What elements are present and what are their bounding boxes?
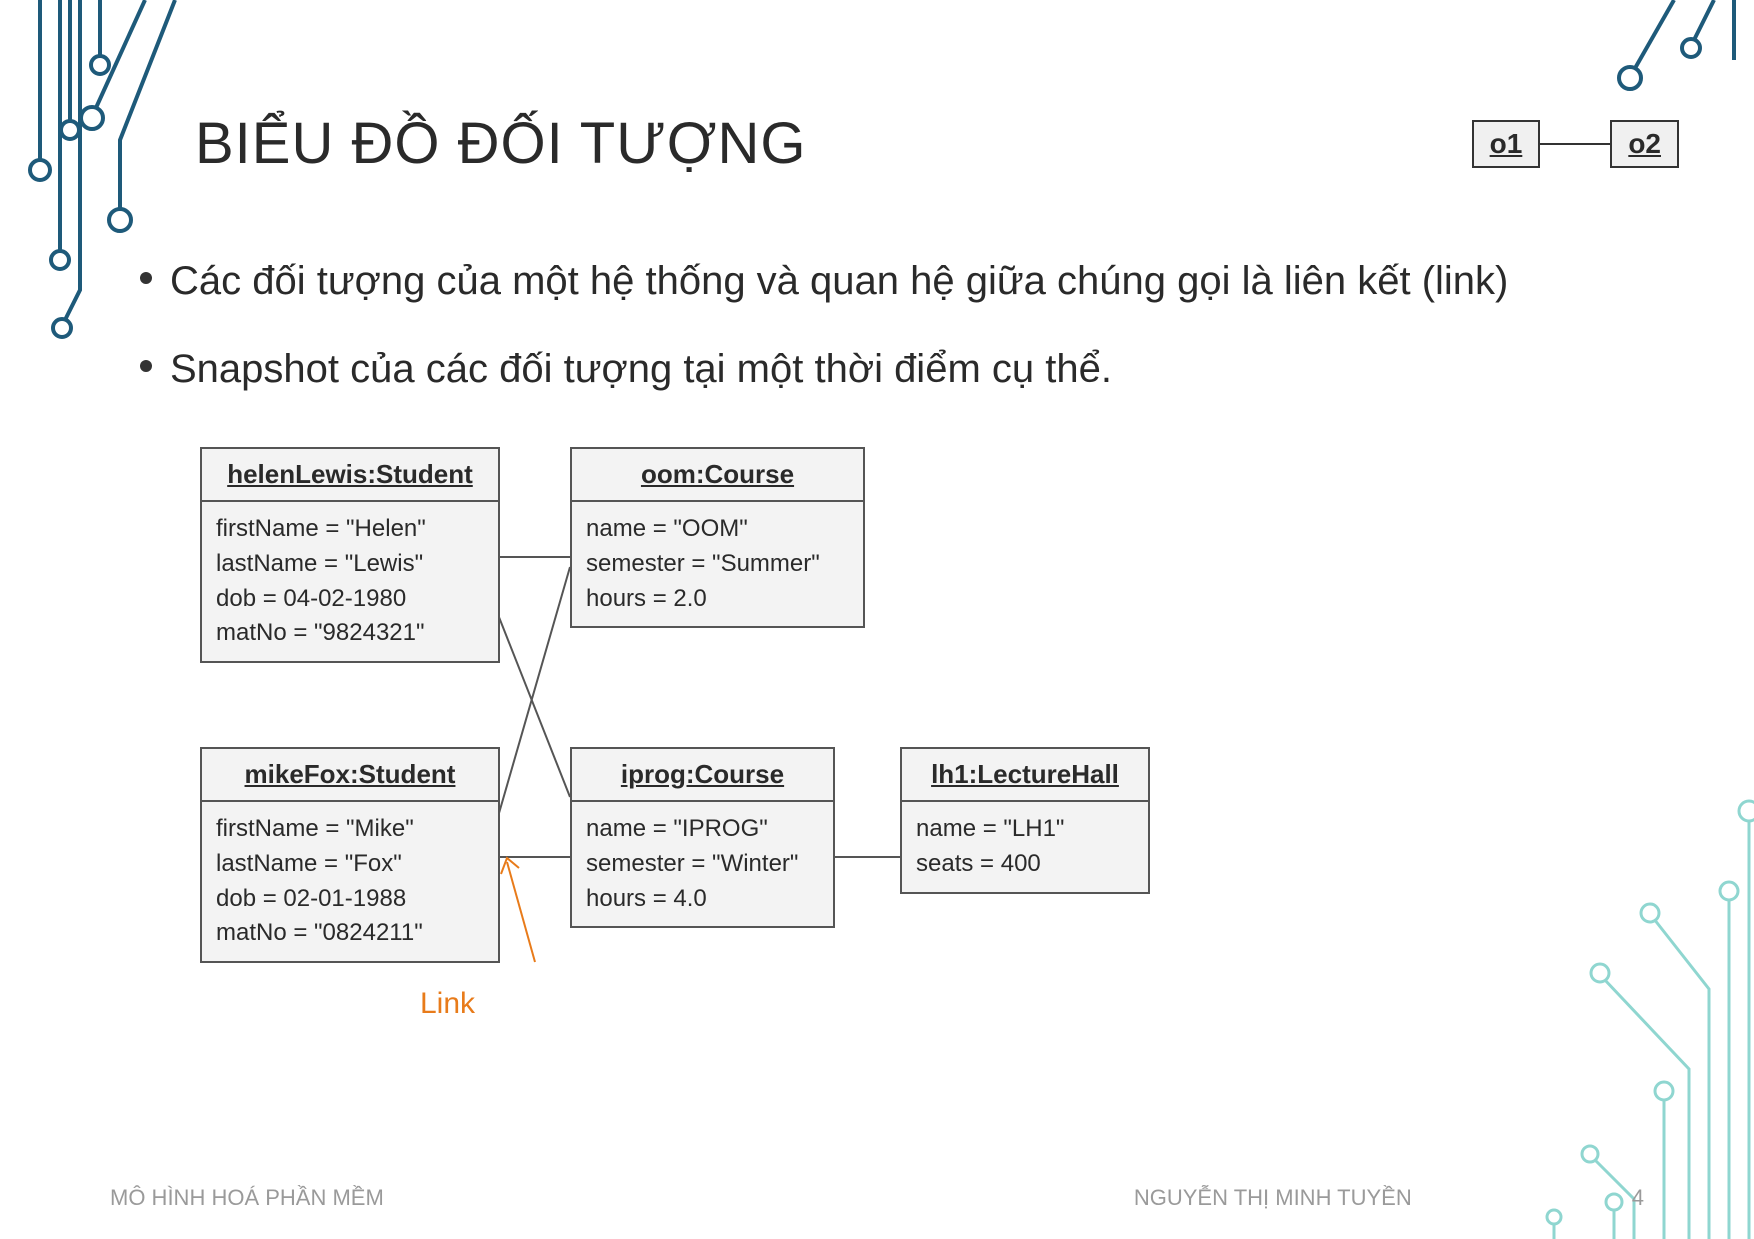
object-diagram: helenLewis:Student firstName = "Helen" l… <box>200 447 1460 1087</box>
object-attr: lastName = "Lewis" <box>216 547 484 582</box>
object-body: name = "OOM" semester = "Summer" hours =… <box>572 502 863 626</box>
bullet-item: Snapshot của các đối tượng tại một thời … <box>140 338 1634 400</box>
page-number: 4 <box>1632 1185 1644 1211</box>
object-body: name = "IPROG" semester = "Winter" hours… <box>572 802 833 926</box>
bullet-list: Các đối tượng của một hệ thống và quan h… <box>140 250 1634 426</box>
object-attr: dob = 02-01-1988 <box>216 882 484 917</box>
object-attr: dob = 04-02-1980 <box>216 582 484 617</box>
footer-right: NGUYỄN THỊ MINH TUYỀN <box>1134 1185 1412 1211</box>
bullet-dot-icon <box>140 360 152 372</box>
link-annotation-arrow <box>495 852 565 972</box>
object-box-helen: helenLewis:Student firstName = "Helen" l… <box>200 447 500 663</box>
object-header: lh1:LectureHall <box>902 749 1148 802</box>
object-attr: name = "OOM" <box>586 512 849 547</box>
object-attr: firstName = "Mike" <box>216 812 484 847</box>
bullet-dot-icon <box>140 272 152 284</box>
object-attr: matNo = "0824211" <box>216 916 484 951</box>
object-attr: seats = 400 <box>916 847 1134 882</box>
bullet-item: Các đối tượng của một hệ thống và quan h… <box>140 250 1634 312</box>
object-attr: lastName = "Fox" <box>216 847 484 882</box>
object-link-notation: o1 o2 <box>1472 120 1679 168</box>
object-header: iprog:Course <box>572 749 833 802</box>
object-attr: semester = "Summer" <box>586 547 849 582</box>
object-attr: name = "IPROG" <box>586 812 819 847</box>
notation-object-o1: o1 <box>1472 120 1541 168</box>
object-box-oom: oom:Course name = "OOM" semester = "Summ… <box>570 447 865 628</box>
object-body: firstName = "Mike" lastName = "Fox" dob … <box>202 802 498 961</box>
object-body: firstName = "Helen" lastName = "Lewis" d… <box>202 502 498 661</box>
object-body: name = "LH1" seats = 400 <box>902 802 1148 892</box>
notation-link-line <box>1540 143 1610 145</box>
page-title: BIỂU ĐỒ ĐỐI TƯỢNG <box>195 110 806 177</box>
object-attr: semester = "Winter" <box>586 847 819 882</box>
notation-object-o2: o2 <box>1610 120 1679 168</box>
object-header: mikeFox:Student <box>202 749 498 802</box>
object-attr: hours = 2.0 <box>586 582 849 617</box>
object-box-iprog: iprog:Course name = "IPROG" semester = "… <box>570 747 835 928</box>
object-box-lh1: lh1:LectureHall name = "LH1" seats = 400 <box>900 747 1150 894</box>
object-attr: firstName = "Helen" <box>216 512 484 547</box>
object-header: helenLewis:Student <box>202 449 498 502</box>
object-box-mike: mikeFox:Student firstName = "Mike" lastN… <box>200 747 500 963</box>
object-attr: matNo = "9824321" <box>216 616 484 651</box>
object-attr: name = "LH1" <box>916 812 1134 847</box>
object-header: oom:Course <box>572 449 863 502</box>
bullet-text: Các đối tượng của một hệ thống và quan h… <box>170 250 1508 312</box>
slide-footer: MÔ HÌNH HOÁ PHẦN MỀM NGUYỄN THỊ MINH TUY… <box>0 1185 1754 1211</box>
bullet-text: Snapshot của các đối tượng tại một thời … <box>170 338 1112 400</box>
link-annotation-label: Link <box>420 987 475 1021</box>
footer-left: MÔ HÌNH HOÁ PHẦN MỀM <box>110 1185 384 1211</box>
object-attr: hours = 4.0 <box>586 882 819 917</box>
